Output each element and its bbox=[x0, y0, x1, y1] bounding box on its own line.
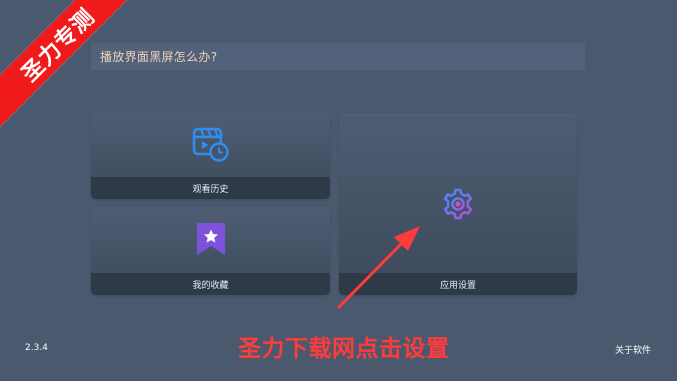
favorites-label: 我的收藏 bbox=[91, 273, 330, 295]
bookmark-star-icon bbox=[91, 221, 330, 257]
watch-history-card[interactable]: 观看历史 bbox=[91, 113, 330, 199]
faq-link[interactable]: 播放界面黑屏怎么办? bbox=[91, 43, 585, 70]
app-settings-label: 应用设置 bbox=[339, 273, 577, 295]
faq-text: 播放界面黑屏怎么办? bbox=[100, 50, 218, 64]
app-home-screen: 播放界面黑屏怎么办? 观看历史 我的收藏 应用设置 2.3.4 关于软件 圣力下… bbox=[0, 0, 677, 381]
about-software-link[interactable]: 关于软件 bbox=[615, 343, 651, 356]
favorites-card[interactable]: 我的收藏 bbox=[91, 207, 330, 295]
overlay-caption: 圣力下载网点击设置 bbox=[238, 336, 450, 362]
history-film-clock-icon bbox=[91, 127, 330, 163]
version-number: 2.3.4 bbox=[25, 343, 48, 353]
watch-history-label: 观看历史 bbox=[91, 177, 330, 199]
ribbon-text: 圣力专测 bbox=[17, 4, 101, 88]
app-settings-card[interactable]: 应用设置 bbox=[339, 113, 577, 295]
gear-icon bbox=[339, 187, 577, 221]
